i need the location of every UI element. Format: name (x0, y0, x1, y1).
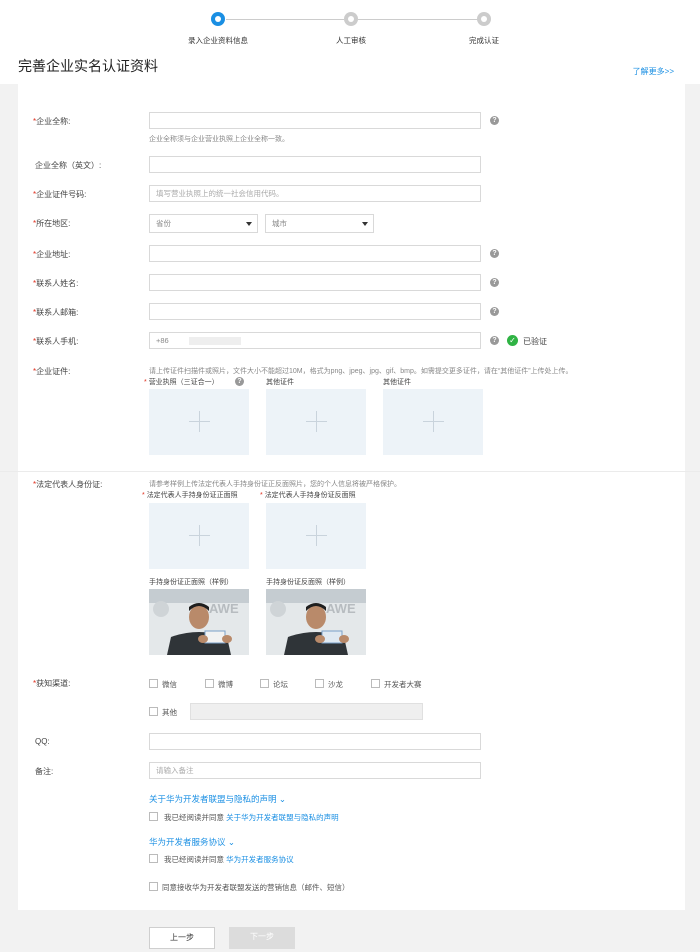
step-1-indicator (211, 12, 225, 26)
help-icon[interactable]: ? (490, 249, 499, 258)
step-connector (226, 19, 344, 20)
company-name-hint: 企业全称须与企业营业执照上企业全称一致。 (149, 136, 289, 143)
channel-salon-checkbox[interactable] (315, 679, 324, 688)
channel-forum-checkbox[interactable] (260, 679, 269, 688)
step-connector (358, 19, 478, 20)
masked-phone-number (188, 337, 241, 346)
chevron-down-icon (362, 222, 368, 226)
chevron-down-icon: ⌄ (227, 837, 236, 847)
city-select[interactable]: 城市 (265, 214, 374, 233)
legal-back-label: * 法定代表人手持身份证反面照 (260, 492, 356, 499)
help-icon[interactable]: ? (490, 336, 499, 345)
help-icon[interactable]: ? (490, 278, 499, 287)
privacy-agree-checkbox[interactable] (149, 812, 158, 821)
region-label: *所在地区: (33, 219, 71, 228)
step-3-indicator (477, 12, 491, 26)
sample-back-photo: AWE (266, 589, 366, 655)
channel-salon-label: 沙龙 (328, 680, 343, 689)
marketing-consent-label: 同意接收华为开发者联盟发送的营销信息（邮件、短信） (162, 883, 350, 892)
sample-front-photo: AWE (149, 589, 249, 655)
upload-other1-box[interactable] (266, 389, 366, 455)
company-name-en-input[interactable] (149, 156, 481, 173)
qq-input[interactable] (149, 733, 481, 750)
check-icon: ✓ (507, 335, 518, 346)
privacy-link[interactable]: 关于华为开发者联盟与隐私的声明 (226, 813, 339, 822)
legal-front-label: * 法定代表人手持身份证正面照 (142, 492, 238, 499)
channel-other-label: 其他 (162, 708, 177, 717)
service-agree-checkbox[interactable] (149, 854, 158, 863)
verified-text: 已验证 (523, 337, 547, 346)
channel-weibo-checkbox[interactable] (205, 679, 214, 688)
doc-license-label: * 营业执照（三证合一） (144, 379, 219, 386)
channel-other-input[interactable] (190, 703, 423, 720)
sample-back-label: 手持身份证反面照（样例） (266, 579, 350, 586)
province-value: 省份 (156, 219, 171, 228)
page-title: 完善企业实名认证资料 (18, 58, 158, 74)
qq-label: QQ: (35, 737, 50, 746)
service-section-toggle[interactable]: 华为开发者服务协议 ⌄ (149, 836, 235, 848)
address-input[interactable] (149, 245, 481, 262)
company-name-en-label: 企业全称（英文）: (35, 161, 102, 170)
legal-id-hint: 请参考样例上传法定代表人手持身份证正反面照片，您的个人信息将被严格保护。 (149, 481, 401, 488)
remark-label: 备注: (35, 767, 54, 776)
docs-hint: 请上传证件扫描件或照片，文件大小不能超过10M，格式为png、jpeg、jpg、… (149, 368, 573, 375)
contact-name-input[interactable] (149, 274, 481, 291)
cert-no-label: *企业证件号码: (33, 190, 87, 199)
help-icon[interactable]: ? (490, 307, 499, 316)
divider (0, 471, 700, 472)
service-agree-text: 我已经阅读并同意 华为开发者服务协议 (164, 855, 294, 864)
province-select[interactable]: 省份 (149, 214, 258, 233)
help-icon[interactable]: ? (490, 116, 499, 125)
chevron-down-icon: ⌄ (278, 794, 287, 804)
contact-phone-input[interactable]: +86 (149, 332, 481, 349)
next-button[interactable]: 下一步 (229, 927, 295, 949)
privacy-section-toggle[interactable]: 关于华为开发者联盟与隐私的声明 ⌄ (149, 793, 286, 805)
privacy-agree-text: 我已经阅读并同意 关于华为开发者联盟与隐私的声明 (164, 813, 339, 822)
channel-weibo-label: 微博 (218, 680, 233, 689)
service-link[interactable]: 华为开发者服务协议 (226, 855, 294, 864)
step-2-label: 人工审核 (336, 36, 366, 45)
docs-label: *企业证件: (33, 367, 71, 376)
channel-wechat-label: 微信 (162, 680, 177, 689)
upload-legal-front-box[interactable] (149, 503, 249, 569)
doc-other1-label: 其他证件 (266, 379, 294, 386)
channel-forum-label: 论坛 (273, 680, 288, 689)
help-icon[interactable]: ? (235, 377, 244, 386)
contact-email-label: *联系人邮箱: (33, 308, 79, 317)
contact-email-input[interactable] (149, 303, 481, 320)
chevron-down-icon (246, 222, 252, 226)
step-1-label: 录入企业资料信息 (188, 36, 248, 45)
learn-more-link[interactable]: 了解更多>> (633, 66, 674, 77)
company-name-label: *企业全称: (33, 117, 71, 126)
step-2-indicator (344, 12, 358, 26)
cert-no-input[interactable]: 填写营业执照上的统一社会信用代码。 (149, 185, 481, 202)
channel-label: *获知渠道: (33, 679, 71, 688)
sample-front-label: 手持身份证正面照（样例） (149, 579, 233, 586)
address-label: *企业地址: (33, 250, 71, 259)
legal-id-label: *法定代表人身份证: (33, 480, 103, 489)
company-name-input[interactable] (149, 112, 481, 129)
prev-button[interactable]: 上一步 (149, 927, 215, 949)
channel-contest-checkbox[interactable] (371, 679, 380, 688)
contact-name-label: *联系人姓名: (33, 279, 79, 288)
city-value: 城市 (272, 219, 287, 228)
remark-input[interactable]: 请输入备注 (149, 762, 481, 779)
header-area: 录入企业资料信息 人工审核 完成认证 完善企业实名认证资料 了解更多>> (0, 0, 700, 84)
upload-other2-box[interactable] (383, 389, 483, 455)
marketing-consent-checkbox[interactable] (149, 882, 158, 891)
svg-text:AWE: AWE (209, 601, 239, 616)
channel-wechat-checkbox[interactable] (149, 679, 158, 688)
step-3-label: 完成认证 (469, 36, 499, 45)
upload-license-box[interactable] (149, 389, 249, 455)
contact-phone-label: *联系人手机: (33, 337, 79, 346)
doc-other2-label: 其他证件 (383, 379, 411, 386)
channel-contest-label: 开发者大赛 (384, 680, 422, 689)
channel-other-checkbox[interactable] (149, 707, 158, 716)
svg-text:AWE: AWE (326, 601, 356, 616)
upload-legal-back-box[interactable] (266, 503, 366, 569)
phone-prefix: +86 (156, 336, 169, 345)
